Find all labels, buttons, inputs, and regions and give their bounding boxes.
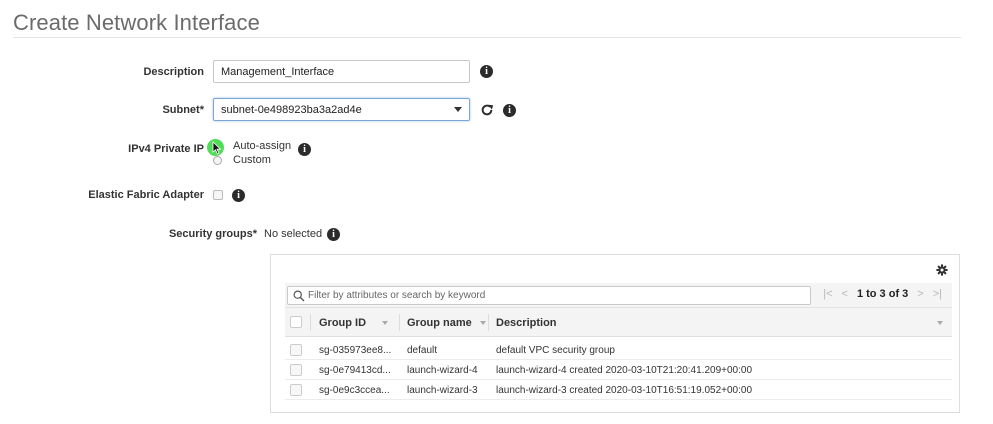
column-group-id-label: Group ID [319,317,367,329]
chevron-down-icon [454,107,462,112]
ipv4-label: IPv4 Private IP [128,143,204,155]
last-page-icon[interactable]: >| [933,288,942,300]
sort-icon [382,321,389,325]
info-icon[interactable]: i [480,65,493,78]
table-row[interactable]: sg-0e9c3ccea... launch-wizard-3 launch-w… [285,381,952,400]
cursor-icon [212,141,222,155]
description-label: Description [143,66,204,78]
security-groups-panel: Filter by attributes or search by keywor… [270,254,960,413]
cell-group-name: default [407,345,438,356]
custom-radio[interactable] [213,156,222,165]
column-description-label: Description [496,317,557,329]
security-groups-label: Security groups* [168,228,257,240]
subnet-label: Subnet* [162,104,204,116]
column-divider [488,314,489,331]
custom-option[interactable]: Custom [233,154,271,166]
filter-input[interactable]: Filter by attributes or search by keywor… [287,286,811,305]
efa-checkbox[interactable] [213,190,223,200]
row-checkbox[interactable] [290,344,302,356]
first-page-icon[interactable]: |< [823,288,832,300]
gear-icon[interactable] [936,264,948,276]
column-divider [399,314,400,331]
table-header: Group ID Group name Description [285,308,952,337]
cell-group-id: sg-0e9c3ccea... [319,385,390,396]
column-group-id[interactable]: Group ID [319,317,389,329]
column-description[interactable]: Description [496,317,557,329]
filter-bar: Filter by attributes or search by keywor… [285,283,952,308]
cell-description: default VPC security group [496,345,615,356]
cell-group-id: sg-0e79413cd... [319,365,391,376]
subnet-select-value: subnet-0e498923ba3a2ad4e [221,103,362,116]
info-icon[interactable]: i [327,228,340,241]
table-row[interactable]: sg-0e79413cd... launch-wizard-4 launch-w… [285,361,952,380]
column-divider [310,314,311,331]
description-input[interactable] [213,60,470,83]
sort-icon[interactable] [937,321,943,325]
table-row[interactable]: sg-035973ee8... default default VPC secu… [285,341,952,360]
custom-label: Custom [233,154,271,166]
auto-assign-label: Auto-assign [233,140,292,152]
next-page-icon[interactable]: > [917,288,923,300]
cell-description: launch-wizard-4 created 2020-03-10T21:20… [496,365,753,376]
filter-placeholder: Filter by attributes or search by keywor… [308,290,486,301]
page-title: Create Network Interface [13,10,260,35]
info-icon[interactable]: i [232,189,245,202]
cell-group-name: launch-wizard-4 [407,365,478,376]
row-checkbox[interactable] [290,384,302,396]
column-group-name-label: Group name [407,317,472,329]
prev-page-icon[interactable]: < [842,288,848,300]
pager-range: 1 to 3 of 3 [856,288,909,300]
subnet-select[interactable]: subnet-0e498923ba3a2ad4e [213,98,470,121]
title-divider [13,37,961,38]
security-groups-value: No selected [264,228,323,240]
refresh-icon[interactable] [480,103,494,117]
row-checkbox[interactable] [290,364,302,376]
sort-icon [479,321,486,325]
info-icon[interactable]: i [503,104,516,117]
search-icon [293,290,305,302]
pager: |< < 1 to 3 of 3 > >| [823,288,942,300]
cell-description: launch-wizard-3 created 2020-03-10T16:51… [496,385,753,396]
cell-group-id: sg-035973ee8... [319,345,392,356]
select-all-checkbox[interactable] [290,316,302,328]
auto-assign-option[interactable]: Auto-assign [233,140,291,152]
column-group-name[interactable]: Group name [407,317,486,329]
info-icon[interactable]: i [298,143,311,156]
efa-label: Elastic Fabric Adapter [88,189,204,201]
cell-group-name: launch-wizard-3 [407,385,478,396]
